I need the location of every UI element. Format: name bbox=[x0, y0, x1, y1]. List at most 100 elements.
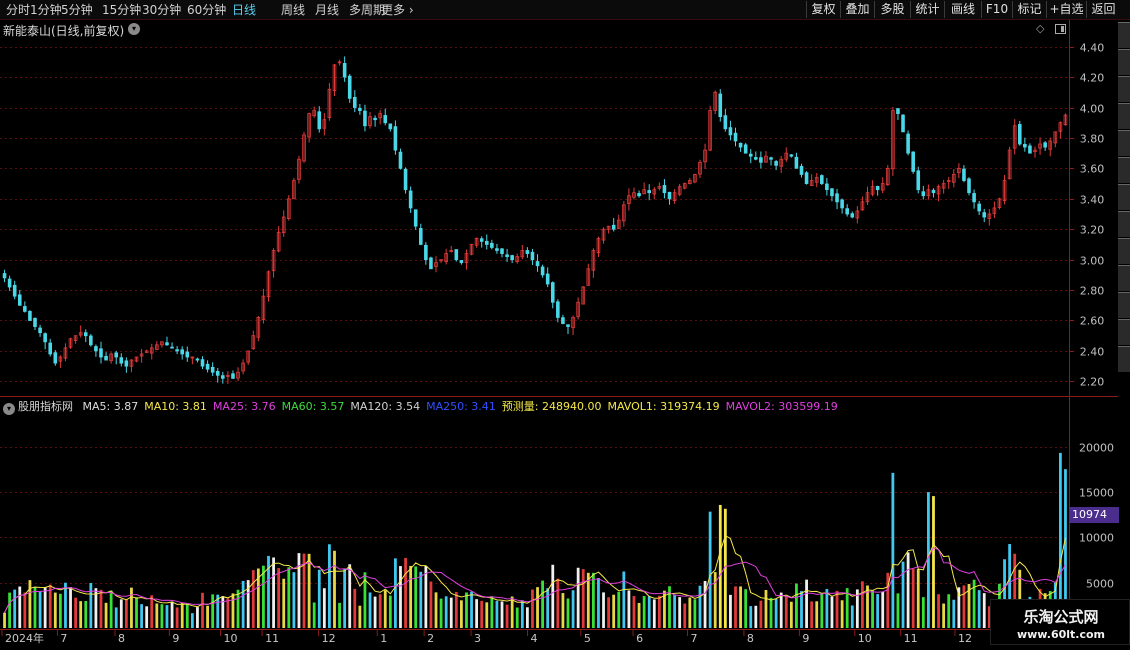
price-tick-label: 3.00 bbox=[1080, 255, 1105, 268]
candle-body bbox=[221, 375, 225, 379]
candle-body bbox=[490, 242, 494, 248]
volume-bar bbox=[876, 594, 880, 628]
date-tick-label: 8 bbox=[118, 632, 125, 645]
volume-bar bbox=[322, 588, 326, 628]
price-tick-label: 3.80 bbox=[1080, 133, 1105, 146]
indicator-menu-icon[interactable]: ▾ bbox=[3, 403, 15, 415]
volume-bar bbox=[64, 582, 67, 628]
candle-body bbox=[789, 154, 794, 157]
candle-body bbox=[738, 142, 743, 148]
date-tick-label: 9 bbox=[172, 632, 179, 645]
candle-body bbox=[170, 346, 174, 349]
volume-bar bbox=[906, 552, 910, 628]
volume-bar bbox=[196, 607, 199, 628]
candle-body bbox=[906, 133, 910, 154]
volume-bar bbox=[556, 578, 560, 628]
volume-bar bbox=[190, 613, 194, 628]
kline-chart[interactable]: 4.40 4.20 4.00 3.80 3.60 3.40 3.20 3.00 2.80 2.60… bbox=[0, 0, 1130, 650]
volume-bar bbox=[348, 564, 352, 628]
date-tick-label: 7 bbox=[690, 632, 697, 645]
volume-bar bbox=[434, 592, 438, 628]
candle-body bbox=[124, 360, 129, 367]
date-tick-label: 2 bbox=[427, 632, 434, 645]
volume-bar bbox=[759, 600, 763, 628]
volume-bar bbox=[43, 587, 47, 628]
candle-body bbox=[550, 282, 555, 303]
candle-body bbox=[896, 108, 900, 114]
volume-bar bbox=[89, 582, 93, 628]
candle-body bbox=[89, 335, 93, 346]
volume-bar bbox=[916, 569, 920, 628]
volume-bar bbox=[53, 592, 57, 628]
candle-body bbox=[83, 332, 88, 337]
volume-bar bbox=[262, 565, 265, 628]
candle-body bbox=[38, 327, 42, 334]
volume-bar bbox=[444, 596, 448, 628]
candle-body bbox=[114, 352, 119, 358]
date-tick-label: 6 bbox=[636, 632, 643, 645]
price-tick-label: 2.40 bbox=[1080, 346, 1105, 359]
candle-body bbox=[830, 188, 834, 197]
candle-body bbox=[205, 363, 210, 370]
candle-body bbox=[510, 255, 514, 261]
volume-bar bbox=[343, 568, 347, 628]
candle-body bbox=[175, 349, 179, 352]
candles bbox=[2, 56, 1068, 384]
volume-bar bbox=[683, 603, 687, 628]
candle-body bbox=[48, 342, 53, 355]
volume-bar bbox=[150, 595, 154, 628]
indicator-value-1: MA10: 3.81 bbox=[144, 400, 207, 413]
volume-bar bbox=[835, 590, 839, 628]
candle-body bbox=[804, 172, 809, 184]
candle-body bbox=[17, 294, 22, 306]
volume-bar bbox=[333, 550, 336, 628]
volume-bar bbox=[328, 544, 331, 628]
volume-bar bbox=[459, 600, 463, 628]
candle-body bbox=[875, 186, 880, 191]
candle-body bbox=[215, 371, 220, 376]
volume-bar bbox=[525, 607, 529, 628]
volume-bar bbox=[652, 599, 656, 628]
volume-bar bbox=[490, 596, 494, 628]
candle-body bbox=[185, 351, 190, 358]
candle-body bbox=[500, 248, 504, 254]
volume-bar bbox=[292, 572, 296, 628]
candle-body bbox=[799, 165, 804, 175]
volume-bar bbox=[744, 589, 748, 628]
volume-bar bbox=[424, 566, 428, 628]
volume-bar bbox=[982, 593, 986, 628]
volume-bar bbox=[119, 599, 123, 628]
candle-body bbox=[748, 153, 753, 157]
date-tick-label: 5 bbox=[584, 632, 591, 645]
volume-bar bbox=[754, 605, 758, 628]
candle-body bbox=[566, 324, 570, 327]
date-tick-label: 2024年 bbox=[5, 631, 44, 645]
date-tick-label: 9 bbox=[802, 632, 809, 645]
watermark-title: 乐淘公式网 bbox=[1023, 608, 1099, 626]
date-tick-label: 12 bbox=[958, 632, 972, 645]
candle-body bbox=[667, 191, 672, 200]
volume-bar bbox=[861, 581, 864, 628]
volume-bar bbox=[13, 589, 17, 628]
volume-bar bbox=[317, 569, 321, 628]
date-tick-label: 7 bbox=[60, 632, 67, 645]
candle-body bbox=[921, 191, 926, 197]
candle-body bbox=[835, 193, 839, 203]
volume-bar bbox=[911, 568, 915, 628]
indicator-name[interactable]: 股朋指标网 bbox=[18, 400, 73, 413]
price-tick-label: 2.60 bbox=[1080, 315, 1105, 328]
candle-body bbox=[530, 251, 535, 261]
price-tick-label: 4.40 bbox=[1080, 42, 1105, 55]
volume-bar bbox=[795, 583, 798, 628]
candle-body bbox=[1017, 124, 1022, 145]
candle-body bbox=[525, 250, 530, 254]
volume-bar bbox=[647, 596, 651, 628]
candle-body bbox=[916, 170, 921, 191]
volume-bar bbox=[789, 601, 793, 628]
volume-bar bbox=[231, 593, 235, 628]
volume-bar bbox=[561, 593, 565, 628]
candle-body bbox=[373, 117, 377, 121]
volume-bar bbox=[206, 605, 209, 628]
candle-body bbox=[7, 278, 12, 288]
price-tick-label: 3.60 bbox=[1080, 163, 1105, 176]
